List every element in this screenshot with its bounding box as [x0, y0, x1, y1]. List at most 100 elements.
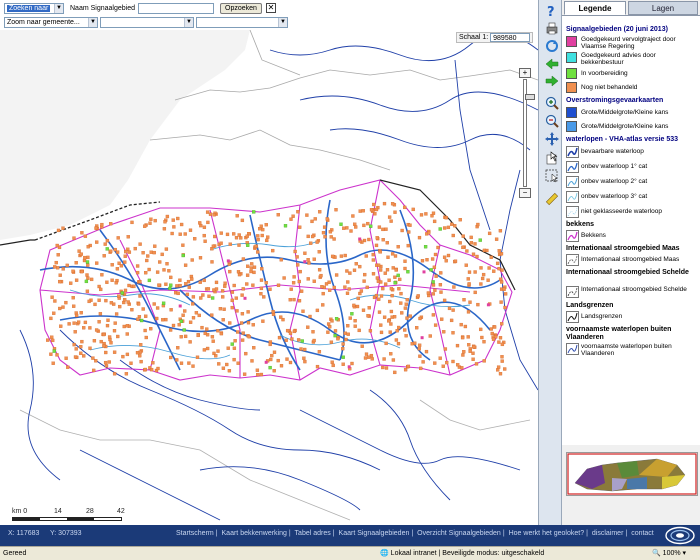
signaalgebied-point[interactable] [341, 355, 345, 359]
signaalgebied-point[interactable] [332, 285, 336, 290]
signaalgebied-point[interactable] [442, 226, 447, 230]
signaalgebied-point[interactable] [163, 220, 167, 224]
signaalgebied-point[interactable] [299, 347, 303, 351]
signaalgebied-point[interactable] [371, 252, 375, 257]
signaalgebied-point[interactable] [321, 231, 326, 235]
signaalgebied-point[interactable] [312, 338, 316, 343]
signaalgebied-point[interactable] [393, 370, 397, 375]
signaalgebied-point[interactable] [260, 267, 264, 271]
signaalgebied-point[interactable] [388, 330, 392, 334]
signaalgebied-point[interactable] [471, 351, 475, 355]
signaalgebied-point[interactable] [266, 235, 270, 239]
signaalgebied-point[interactable] [302, 356, 306, 360]
signaalgebied-point[interactable] [114, 312, 119, 316]
signaalgebied-point[interactable] [115, 267, 120, 271]
signaalgebied-point[interactable] [292, 275, 296, 279]
signaalgebied-point[interactable] [270, 353, 274, 358]
signaalgebied-point[interactable] [449, 318, 454, 323]
signaalgebied-point[interactable] [331, 363, 335, 368]
zoom-slider[interactable]: + − [519, 68, 535, 199]
signaalgebied-point[interactable] [213, 234, 217, 239]
signaalgebied-point[interactable] [230, 342, 234, 346]
signaalgebied-point[interactable] [190, 258, 194, 262]
signaalgebied-point[interactable] [221, 366, 226, 370]
signaalgebied-point[interactable] [355, 304, 360, 309]
signaalgebied-point[interactable] [175, 284, 179, 288]
signaalgebied-point[interactable] [349, 229, 353, 233]
signaalgebied-point[interactable] [379, 294, 384, 298]
zoom-thumb[interactable] [525, 94, 535, 100]
signaalgebied-point[interactable] [202, 233, 206, 238]
signaalgebied-point[interactable] [354, 262, 358, 266]
signaalgebied-point[interactable] [319, 273, 323, 278]
signaalgebied-point[interactable] [445, 360, 449, 365]
signaalgebied-point[interactable] [383, 271, 387, 275]
signaalgebied-point[interactable] [291, 281, 296, 285]
signaalgebied-point[interactable] [93, 302, 97, 307]
signaalgebied-point[interactable] [381, 365, 385, 370]
signaalgebied-point[interactable] [291, 214, 295, 218]
signaalgebied-point[interactable] [442, 330, 446, 334]
signaalgebied-point[interactable] [503, 305, 507, 310]
signaalgebied-point[interactable] [328, 230, 333, 234]
link-tabel-adres[interactable]: Tabel adres [295, 530, 331, 537]
signaalgebied-point[interactable] [343, 253, 347, 258]
signaalgebied-point[interactable] [365, 285, 369, 290]
link-disclaimer[interactable]: disclaimer [592, 530, 624, 537]
signaalgebied-point[interactable] [232, 283, 236, 288]
next-extent-icon[interactable] [544, 73, 559, 88]
signaalgebied-point[interactable] [183, 232, 187, 236]
signaalgebied-point[interactable] [143, 328, 147, 333]
signaalgebied-point[interactable] [480, 276, 485, 281]
signaalgebied-point[interactable] [363, 356, 368, 360]
signaalgebied-point[interactable] [395, 329, 399, 333]
signaalgebied-point[interactable] [211, 244, 216, 248]
signaalgebied-point[interactable] [489, 255, 493, 259]
signaalgebied-point[interactable] [51, 338, 55, 343]
signaalgebied-point[interactable] [135, 351, 140, 355]
signaalgebied-point[interactable] [348, 316, 352, 320]
signaalgebied-point[interactable] [256, 372, 260, 377]
clear-search-icon[interactable]: ✕ [266, 3, 276, 13]
signaalgebied-point[interactable] [210, 335, 215, 339]
signaalgebied-point[interactable] [124, 249, 128, 254]
signaalgebied-point[interactable] [182, 328, 186, 332]
signaalgebied-point[interactable] [51, 361, 55, 365]
signaalgebied-point[interactable] [362, 223, 366, 228]
signaalgebied-point[interactable] [277, 335, 282, 340]
signaalgebied-point[interactable] [317, 250, 321, 254]
signaalgebied-point[interactable] [473, 242, 477, 246]
signaalgebied-point[interactable] [446, 225, 451, 230]
signaalgebied-point[interactable] [279, 315, 283, 319]
signaalgebied-point[interactable] [245, 234, 249, 238]
signaalgebied-point[interactable] [455, 343, 460, 348]
signaalgebied-point[interactable] [405, 316, 409, 320]
signaalgebied-point[interactable] [113, 321, 117, 325]
signaalgebied-point[interactable] [226, 346, 230, 350]
signaalgebied-point[interactable] [169, 275, 173, 280]
signaalgebied-point[interactable] [104, 350, 108, 355]
signaalgebied-point[interactable] [310, 234, 315, 239]
signaalgebied-point[interactable] [54, 260, 58, 265]
signaalgebied-point[interactable] [329, 340, 334, 344]
signaalgebied-point[interactable] [360, 344, 364, 348]
signaalgebied-point[interactable] [374, 293, 379, 298]
signaalgebied-point[interactable] [232, 232, 236, 236]
signaalgebied-point[interactable] [446, 253, 451, 258]
signaalgebied-point[interactable] [125, 324, 130, 328]
signaalgebied-point[interactable] [252, 210, 256, 214]
signaalgebied-point[interactable] [369, 224, 373, 228]
signaalgebied-point[interactable] [351, 214, 355, 218]
signaalgebied-point[interactable] [339, 254, 344, 258]
signaalgebied-point[interactable] [378, 268, 383, 272]
zoom-out-button[interactable]: − [519, 188, 531, 198]
signaalgebied-point[interactable] [260, 233, 264, 238]
signaalgebied-point[interactable] [345, 226, 349, 230]
signaalgebied-point[interactable] [372, 202, 376, 207]
signaalgebied-point[interactable] [333, 329, 338, 333]
signaalgebied-point[interactable] [87, 299, 91, 304]
signaalgebied-point[interactable] [225, 232, 230, 237]
signaalgebied-point[interactable] [170, 231, 174, 236]
signaalgebied-point[interactable] [288, 331, 293, 335]
identify-icon[interactable] [544, 150, 559, 165]
